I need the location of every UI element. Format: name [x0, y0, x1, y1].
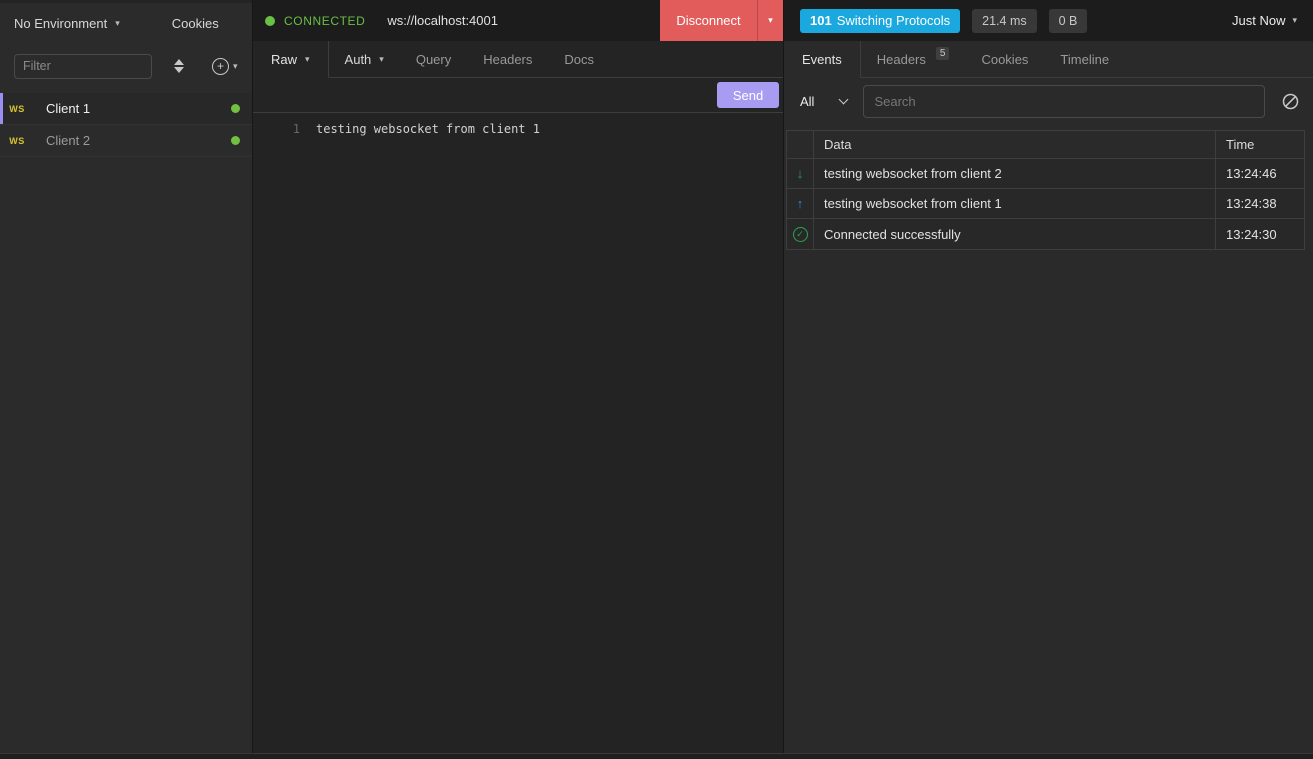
chevron-down-icon: ▾ — [115, 19, 120, 28]
tab-label: Docs — [564, 52, 594, 67]
status-text: Switching Protocols — [837, 13, 950, 28]
connected-status-dot — [231, 104, 240, 113]
events-filter-row: All — [784, 78, 1313, 124]
event-time: 13:24:46 — [1216, 159, 1304, 188]
connection-status-text: CONNECTED — [284, 14, 365, 28]
connection-bar: CONNECTED ws://localhost:4001 Disconnect… — [253, 0, 783, 41]
response-tabs: Events Headers 5 Cookies Timeline — [784, 41, 1313, 78]
ws-type-label: WS — [0, 104, 34, 114]
sort-up-triangle — [174, 59, 184, 65]
websocket-url: ws://localhost:4001 — [387, 13, 498, 28]
chevron-down-icon: ▾ — [768, 16, 773, 25]
request-panel: CONNECTED ws://localhost:4001 Disconnect… — [253, 0, 783, 753]
message-format-selector[interactable]: Raw ▾ — [253, 41, 329, 78]
send-button[interactable]: Send — [717, 82, 779, 108]
tab-label: Timeline — [1060, 52, 1109, 67]
request-name: Client 2 — [46, 133, 90, 148]
search-input[interactable] — [863, 85, 1265, 118]
last-updated-selector[interactable]: Just Now ▾ — [1232, 13, 1297, 28]
time-column-header: Time — [1216, 131, 1304, 158]
table-row[interactable]: ✓ Connected successfully 13:24:30 — [787, 219, 1304, 249]
chevron-down-icon — [839, 94, 849, 104]
tab-response-headers[interactable]: Headers 5 — [861, 41, 966, 77]
tab-docs[interactable]: Docs — [548, 41, 610, 77]
environment-label: No Environment — [14, 16, 107, 31]
event-data: testing websocket from client 2 — [814, 159, 1216, 188]
table-row[interactable]: ↓ testing websocket from client 2 13:24:… — [787, 159, 1304, 189]
block-glyph — [1282, 93, 1299, 110]
tab-label: Headers — [877, 52, 926, 67]
tab-label: Events — [802, 52, 842, 67]
tab-query[interactable]: Query — [400, 41, 467, 77]
response-size-badge: 0 B — [1049, 9, 1088, 33]
event-data: testing websocket from client 1 — [814, 189, 1216, 218]
filter-input[interactable] — [14, 54, 152, 79]
clear-events-icon[interactable] — [1282, 93, 1299, 110]
selected-indicator — [0, 125, 3, 156]
sidebar-header: No Environment ▾ Cookies — [0, 3, 252, 44]
sort-icon[interactable] — [174, 59, 184, 73]
status-code-badge[interactable]: 101 Switching Protocols — [800, 9, 960, 33]
event-time: 13:24:30 — [1216, 219, 1304, 249]
status-code: 101 — [810, 13, 832, 28]
tab-events[interactable]: Events — [784, 41, 861, 78]
event-data: Connected successfully — [814, 219, 1216, 249]
tab-response-cookies[interactable]: Cookies — [965, 41, 1044, 77]
table-row[interactable]: ↑ testing websocket from client 1 13:24:… — [787, 189, 1304, 219]
app-window: No Environment ▾ Cookies + ▾ WS Client 1 — [0, 0, 1313, 753]
connection-status-dot — [265, 16, 275, 26]
headers-count-badge: 5 — [936, 47, 950, 60]
tab-label: Headers — [483, 52, 532, 67]
connected-status-dot — [231, 136, 240, 145]
table-header-row: Data Time — [787, 131, 1304, 159]
chevron-down-icon: ▾ — [379, 55, 384, 64]
event-type-selected: All — [800, 94, 814, 109]
request-tabs: Raw ▾ Auth ▾ Query Headers Docs — [253, 41, 783, 78]
chevron-down-icon: ▾ — [1292, 16, 1297, 25]
last-updated-label: Just Now — [1232, 13, 1285, 28]
response-panel: 101 Switching Protocols 21.4 ms 0 B Just… — [784, 0, 1313, 753]
response-time-badge: 21.4 ms — [972, 9, 1036, 33]
tab-label: Query — [416, 52, 451, 67]
disconnect-options-button[interactable]: ▾ — [757, 0, 783, 41]
message-sent-icon: ↑ — [787, 189, 814, 218]
response-status-bar: 101 Switching Protocols 21.4 ms 0 B Just… — [784, 0, 1313, 41]
icon-column-header — [787, 131, 814, 158]
sidebar-item-client-1[interactable]: WS Client 1 — [0, 93, 252, 125]
add-request-button[interactable]: + ▾ — [212, 58, 238, 75]
sort-down-triangle — [174, 67, 184, 73]
events-table: Data Time ↓ testing websocket from clien… — [786, 130, 1305, 250]
request-name: Client 1 — [46, 101, 90, 116]
window-bottom-edge — [0, 753, 1313, 759]
send-row: Send — [253, 78, 783, 113]
chevron-down-icon: ▾ — [305, 55, 310, 64]
data-column-header: Data — [814, 131, 1216, 158]
message-received-icon: ↓ — [787, 159, 814, 188]
message-format-label: Raw — [271, 52, 297, 67]
sidebar-item-client-2[interactable]: WS Client 2 — [0, 125, 252, 157]
sidebar-filter-row: + ▾ — [0, 44, 252, 88]
tab-headers[interactable]: Headers — [467, 41, 548, 77]
check-circle-glyph: ✓ — [793, 227, 808, 242]
event-time: 13:24:38 — [1216, 189, 1304, 218]
event-type-select[interactable]: All — [796, 94, 847, 109]
plus-circle-icon: + — [212, 58, 229, 75]
tab-label: Cookies — [981, 52, 1028, 67]
editor-content[interactable]: testing websocket from client 1 — [300, 120, 540, 753]
tab-label: Auth — [345, 52, 372, 67]
tab-timeline[interactable]: Timeline — [1044, 41, 1125, 77]
ws-type-label: WS — [0, 136, 34, 146]
message-editor[interactable]: 1 testing websocket from client 1 — [253, 113, 783, 753]
request-list: WS Client 1 WS Client 2 — [0, 93, 252, 157]
selected-indicator — [0, 93, 3, 124]
disconnect-button[interactable]: Disconnect — [660, 0, 757, 41]
tab-auth[interactable]: Auth ▾ — [329, 41, 400, 77]
sidebar: No Environment ▾ Cookies + ▾ WS Client 1 — [0, 0, 252, 753]
editor-line-number: 1 — [253, 120, 300, 753]
cookies-button[interactable]: Cookies — [172, 16, 219, 31]
environment-selector[interactable]: No Environment ▾ — [14, 16, 120, 31]
chevron-down-icon: ▾ — [233, 62, 238, 71]
disconnect-button-group: Disconnect ▾ — [660, 0, 783, 41]
connected-check-icon: ✓ — [787, 219, 814, 249]
